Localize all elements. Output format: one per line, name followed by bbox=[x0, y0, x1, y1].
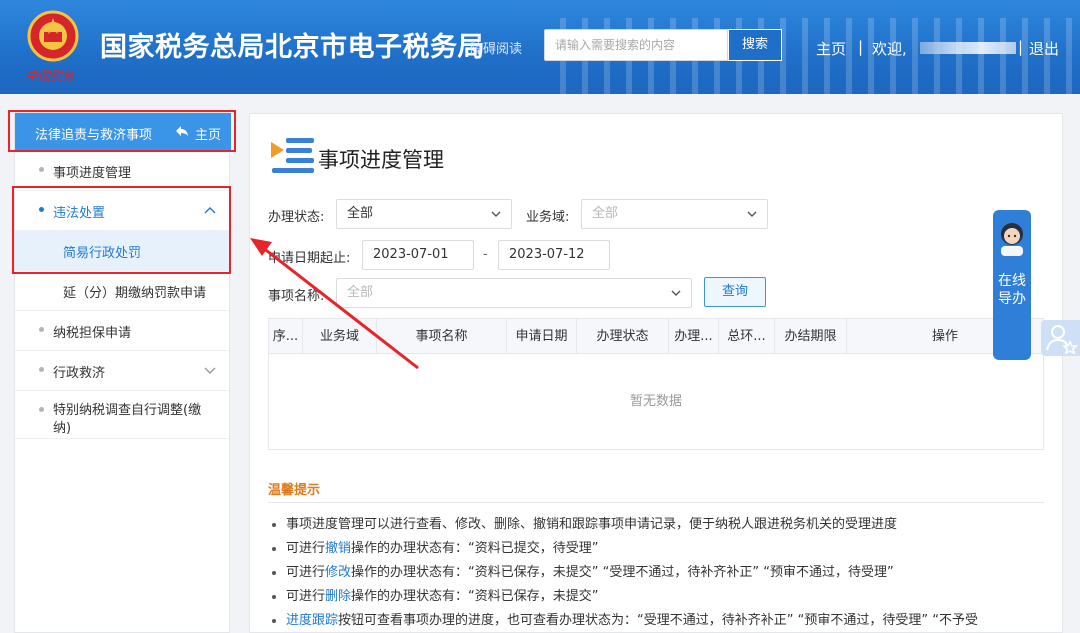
bullet-dot bbox=[272, 570, 276, 575]
bullet-dot bbox=[39, 327, 44, 332]
search-button[interactable]: 搜索 bbox=[728, 29, 782, 61]
tips-title: 温馨提示 bbox=[268, 483, 321, 498]
item-name-select-value: 全部 bbox=[347, 285, 374, 300]
tip-text: 操作的办理状态有：“资料已保存，未提交” “受理不通过，待补齐补正” “预审不通… bbox=[351, 565, 894, 580]
redacted-username bbox=[920, 42, 1016, 54]
sidebar-item-label: 纳税担保申请 bbox=[53, 326, 132, 341]
tip-text: 按钮可查看事项办理的进度，也可查看办理状态为：“受理不通过，待补齐补正” “预审… bbox=[338, 613, 978, 628]
bullet-dot bbox=[272, 546, 276, 551]
column-header[interactable]: 总环... bbox=[719, 319, 775, 354]
tip-text: 可进行 bbox=[286, 541, 326, 556]
item-name-label: 事项名称: bbox=[268, 289, 325, 304]
sidebar-item-guarantee[interactable]: 纳税担保申请 bbox=[15, 311, 229, 351]
bullet-dot bbox=[272, 618, 276, 623]
bullet-dot bbox=[39, 407, 44, 412]
national-emblem-logo: 中国税务 bbox=[26, 10, 79, 83]
chevron-down-icon bbox=[204, 367, 216, 374]
welcome-text: 欢迎, bbox=[872, 40, 907, 58]
status-select-value: 全部 bbox=[347, 206, 374, 221]
sidebar-subitem-deferred-fine[interactable]: 延（分）期缴纳罚款申请 bbox=[15, 271, 229, 311]
tip-text: 操作的办理状态有：“资料已提交，待受理” bbox=[351, 541, 599, 556]
date-range-label: 申请日期起止: bbox=[268, 251, 351, 266]
empty-state-text: 暂无数据 bbox=[629, 394, 682, 409]
tip-link-modify[interactable]: 修改 bbox=[325, 565, 351, 580]
tip-link-revoke[interactable]: 撤销 bbox=[325, 541, 351, 556]
tip-line: 进度跟踪按钮可查看事项办理的进度，也可查看办理状态为：“受理不通过，待补齐补正”… bbox=[272, 609, 978, 628]
column-header[interactable]: 办理... bbox=[669, 319, 719, 354]
date-separator: - bbox=[483, 247, 488, 262]
domain-label: 业务域: bbox=[526, 210, 570, 225]
top-header: 中国税务 国家税务总局北京市电子税务局 障碍阅读 请输入需要搜索的内容 搜索 主… bbox=[0, 0, 1080, 94]
tip-line: 事项进度管理可以进行查看、修改、删除、撤销和跟踪事项申请记录，便于纳税人跟进税务… bbox=[272, 513, 897, 532]
bullet-dot bbox=[39, 367, 44, 372]
sidebar-item-label: 行政救济 bbox=[53, 366, 106, 381]
online-service-widget[interactable]: 在线导办 bbox=[993, 210, 1031, 360]
tips-divider bbox=[268, 502, 1044, 503]
header-separator: | bbox=[1018, 38, 1024, 56]
tip-text: 操作的办理状态有：“资料已保存，未提交” bbox=[351, 589, 599, 604]
column-header[interactable]: 办理状态 bbox=[577, 319, 669, 354]
favorite-user-button[interactable] bbox=[1041, 320, 1080, 356]
main-panel: 事项进度管理 办理状态: 全部 业务域: 全部 申请日期起止: 2023-07-… bbox=[249, 113, 1063, 633]
sidebar-item-label: 延（分）期缴纳罚款申请 bbox=[63, 286, 207, 301]
search-input[interactable]: 请输入需要搜索的内容 bbox=[544, 29, 728, 61]
customer-service-avatar-icon bbox=[1001, 223, 1023, 256]
list-icon bbox=[271, 138, 314, 173]
item-name-select[interactable]: 全部 bbox=[336, 278, 692, 308]
accessible-read-link[interactable]: 障碍阅读 bbox=[470, 38, 522, 57]
sidebar-item-admin-relief[interactable]: 行政救济 bbox=[15, 351, 229, 391]
highlight-box-violation bbox=[12, 186, 231, 274]
tip-link-delete[interactable]: 删除 bbox=[325, 589, 351, 604]
bullet-dot bbox=[272, 594, 276, 599]
sidebar-item-label: 事项进度管理 bbox=[53, 166, 132, 181]
column-header[interactable]: 办结期限 bbox=[775, 319, 847, 354]
date-end-input[interactable]: 2023-07-12 bbox=[498, 240, 610, 270]
column-header[interactable]: 事项名称 bbox=[377, 319, 507, 354]
bullet-dot bbox=[39, 167, 44, 172]
sidebar-item-label: 特别纳税调查自行调整(缴纳) bbox=[53, 403, 202, 436]
query-button[interactable]: 查询 bbox=[704, 277, 766, 307]
chevron-down-icon bbox=[671, 290, 681, 296]
column-header[interactable]: 申请日期 bbox=[507, 319, 577, 354]
sidebar-item-progress[interactable]: 事项进度管理 bbox=[15, 151, 229, 191]
tip-link-track[interactable]: 进度跟踪 bbox=[286, 613, 338, 628]
tip-line: 可进行修改操作的办理状态有：“资料已保存，未提交” “受理不通过，待补齐补正” … bbox=[272, 561, 894, 580]
domain-select-value: 全部 bbox=[592, 206, 619, 221]
tip-text: 可进行 bbox=[286, 565, 326, 580]
user-star-icon bbox=[1046, 325, 1078, 355]
domain-select[interactable]: 全部 bbox=[581, 199, 768, 229]
header-separator: | bbox=[858, 38, 864, 56]
bullet-dot bbox=[272, 522, 276, 527]
logout-link[interactable]: 退出 bbox=[1029, 38, 1059, 59]
sidebar-item-special-tax[interactable]: 特别纳税调查自行调整(缴纳) bbox=[15, 391, 229, 439]
progress-table: 序... 业务域 事项名称 申请日期 办理状态 办理... 总环... 办结期限… bbox=[268, 318, 1044, 450]
date-start-input[interactable]: 2023-07-01 bbox=[362, 240, 474, 270]
chevron-down-icon bbox=[491, 211, 501, 217]
column-header[interactable]: 业务域 bbox=[303, 319, 377, 354]
tip-text: 事项进度管理可以进行查看、修改、删除、撤销和跟踪事项申请记录，便于纳税人跟进税务… bbox=[286, 517, 898, 532]
page-title: 事项进度管理 bbox=[318, 148, 444, 172]
table-header: 序... 业务域 事项名称 申请日期 办理状态 办理... 总环... 办结期限… bbox=[269, 319, 1043, 354]
header-home-link[interactable]: 主页 bbox=[816, 38, 846, 59]
tip-text: 可进行 bbox=[286, 589, 326, 604]
online-service-label: 在线导办 bbox=[998, 273, 1026, 307]
highlight-box-sidebar-header bbox=[8, 110, 236, 152]
tip-line: 可进行撤销操作的办理状态有：“资料已提交，待受理” bbox=[272, 537, 599, 556]
tip-line: 可进行删除操作的办理状态有：“资料已保存，未提交” bbox=[272, 585, 599, 604]
svg-text:中国税务: 中国税务 bbox=[26, 69, 75, 83]
chevron-down-icon bbox=[747, 211, 757, 217]
site-title: 国家税务总局北京市电子税务局 bbox=[100, 32, 485, 63]
status-select[interactable]: 全部 bbox=[336, 199, 512, 229]
status-label: 办理状态: bbox=[268, 210, 325, 225]
column-header[interactable]: 序... bbox=[269, 319, 303, 354]
